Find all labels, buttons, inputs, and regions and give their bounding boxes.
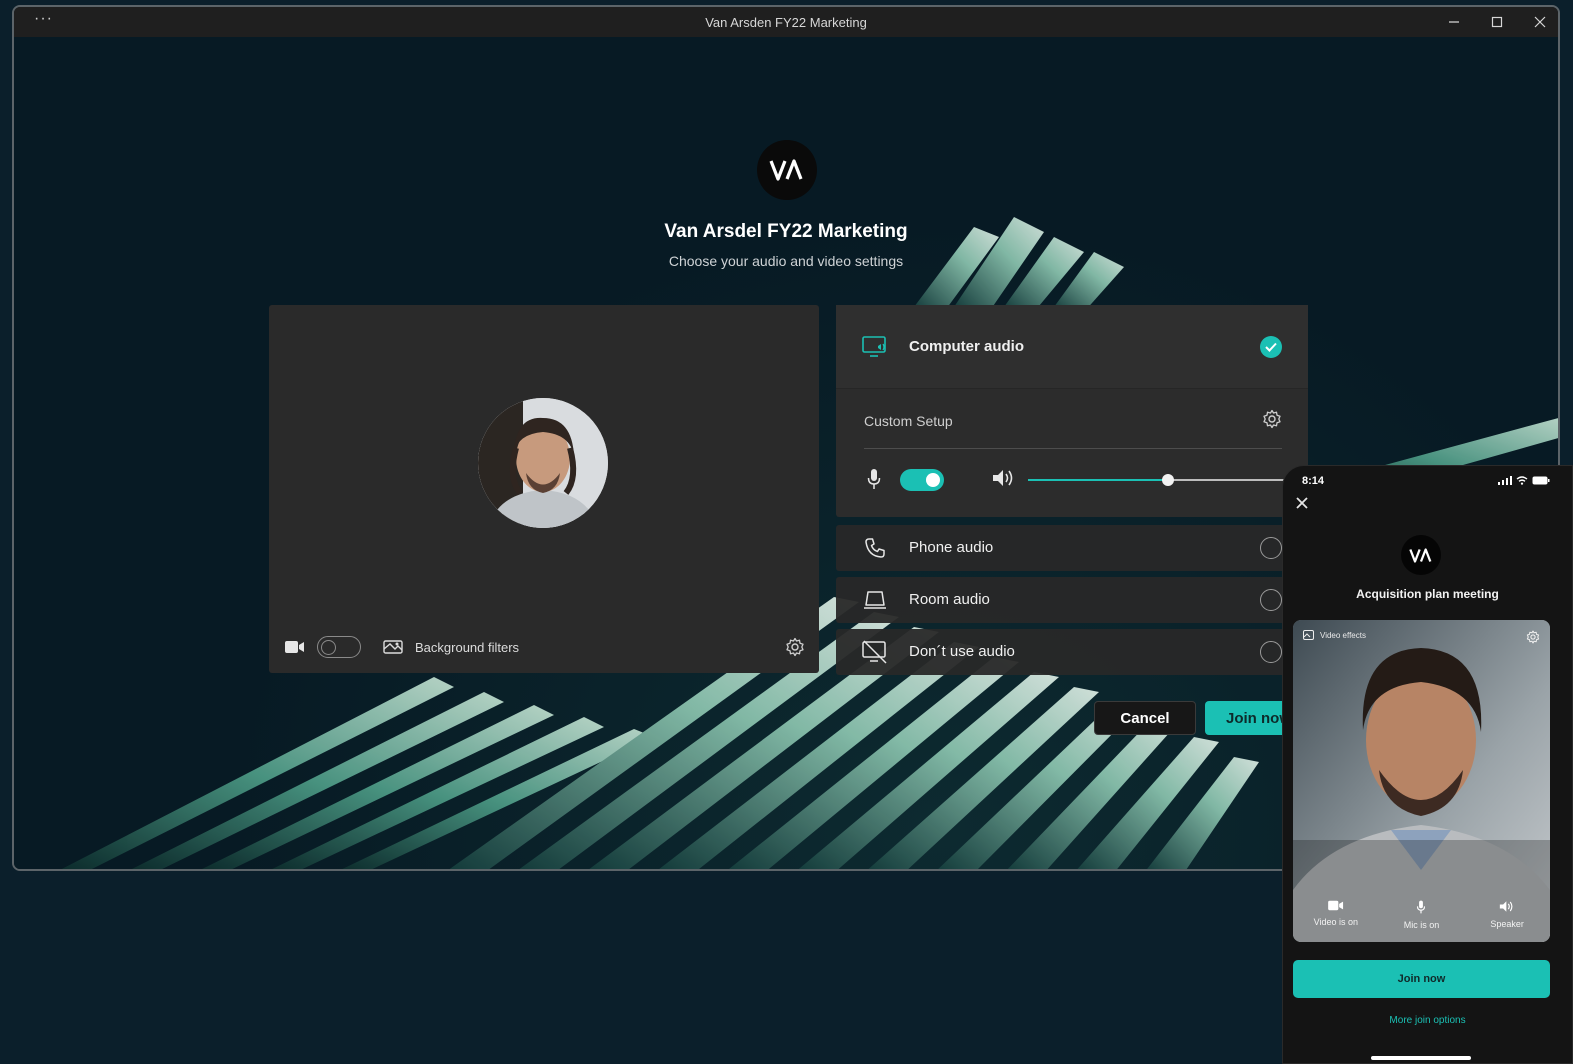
wifi-icon — [1516, 476, 1528, 485]
close-icon — [1296, 497, 1308, 509]
avatar — [478, 398, 608, 528]
mobile-video-preview: Video effects Video is on Mic is on Spea… — [1293, 620, 1550, 942]
speaker-icon — [1499, 901, 1513, 912]
signal-icon — [1498, 476, 1512, 485]
gear-icon — [1526, 630, 1540, 644]
video-settings-button[interactable] — [785, 637, 805, 662]
volume-fill — [1028, 479, 1168, 481]
phone-audio-label: Phone audio — [909, 539, 994, 556]
mobile-mic-toggle[interactable]: Mic is on — [1386, 900, 1456, 930]
mic-icon — [1417, 900, 1426, 914]
background-filters-label: Background filters — [415, 639, 520, 655]
maximize-icon — [1491, 16, 1503, 28]
gear-icon — [786, 637, 804, 657]
computer-audio-label: Computer audio — [909, 338, 1024, 355]
computer-audio-panel: Computer audio Custom Setup — [836, 305, 1308, 517]
custom-setup-label: Custom Setup — [864, 413, 953, 429]
gear-icon — [1263, 409, 1281, 429]
video-effects-label: Video effects — [1320, 630, 1366, 640]
minimize-button[interactable] — [1432, 7, 1476, 37]
speaker-status-label: Speaker — [1490, 919, 1524, 929]
microphone-toggle[interactable] — [900, 469, 944, 491]
mobile-speaker-toggle[interactable]: Speaker — [1472, 900, 1542, 930]
computer-audio-icon — [862, 335, 888, 359]
mobile-video-photo — [1293, 620, 1550, 942]
close-window-button[interactable] — [1518, 7, 1558, 37]
phone-audio-option[interactable]: Phone audio — [836, 525, 1308, 571]
video-effects-button[interactable]: Video effects — [1303, 630, 1366, 640]
no-audio-icon — [862, 640, 888, 664]
no-audio-radio[interactable] — [1260, 641, 1282, 663]
va-logo-icon — [769, 159, 803, 181]
volume-thumb[interactable] — [1162, 474, 1174, 486]
phone-audio-radio[interactable] — [1260, 537, 1282, 559]
phone-clock: 8:14 — [1302, 475, 1325, 487]
mobile-settings-button[interactable] — [1526, 630, 1540, 649]
home-indicator — [1371, 1056, 1471, 1060]
no-audio-option[interactable]: Don´t use audio — [836, 629, 1308, 675]
camera-icon[interactable] — [285, 639, 305, 655]
room-audio-option[interactable]: Room audio — [836, 577, 1308, 623]
checkmark-icon — [1260, 336, 1282, 358]
mobile-join-now-button[interactable]: Join now — [1293, 960, 1550, 998]
background-filter-icon — [383, 640, 403, 654]
battery-icon — [1532, 476, 1550, 485]
minimize-icon — [1449, 21, 1459, 23]
cancel-button[interactable]: Cancel — [1094, 701, 1196, 735]
video-toolbar: Background filters — [285, 633, 805, 661]
window-title: Van Arsden FY22 Marketing — [705, 14, 867, 30]
meeting-title: Van Arsdel FY22 Marketing — [664, 221, 908, 242]
mobile-prejoin-screen: 8:14 Acquisition plan meeting Video effe… — [1282, 465, 1573, 1064]
microphone-icon[interactable] — [867, 468, 881, 495]
title-bar: ··· Van Arsden FY22 Marketing — [14, 7, 1558, 37]
background-filters-button[interactable]: Background filters — [383, 639, 519, 655]
room-audio-icon — [862, 588, 888, 612]
video-status-label: Video is on — [1313, 917, 1359, 927]
room-audio-radio[interactable] — [1260, 589, 1282, 611]
audio-settings-button[interactable] — [1262, 409, 1282, 434]
computer-audio-option[interactable]: Computer audio — [836, 305, 1308, 389]
meeting-subtitle: Choose your audio and video settings — [668, 253, 904, 269]
speaker-volume-slider[interactable] — [1028, 474, 1308, 486]
mobile-video-toggle[interactable]: Video is on — [1301, 900, 1371, 930]
video-icon — [1327, 900, 1343, 911]
va-logo-icon — [1409, 547, 1432, 563]
phone-status-bar — [1498, 476, 1550, 485]
no-audio-label: Don´t use audio — [909, 643, 1015, 660]
mobile-media-controls: Video is on Mic is on Speaker — [1293, 900, 1550, 930]
more-join-options-link[interactable]: More join options — [1283, 1015, 1572, 1026]
maximize-button[interactable] — [1475, 7, 1519, 37]
speaker-icon[interactable] — [992, 468, 1016, 493]
mic-speaker-row — [864, 465, 1308, 495]
mobile-org-logo — [1401, 535, 1441, 575]
custom-setup-row: Custom Setup — [864, 405, 1282, 449]
room-audio-label: Room audio — [909, 591, 990, 608]
video-effects-icon — [1303, 630, 1314, 640]
mic-status-label: Mic is on — [1403, 920, 1440, 930]
org-logo — [757, 140, 817, 200]
phone-icon — [862, 536, 888, 560]
mobile-meeting-title: Acquisition plan meeting — [1356, 587, 1499, 601]
avatar-photo — [478, 398, 608, 528]
camera-toggle[interactable] — [317, 636, 361, 658]
video-preview: Background filters — [269, 305, 819, 673]
close-button[interactable] — [1295, 496, 1309, 515]
close-icon — [1534, 16, 1546, 28]
